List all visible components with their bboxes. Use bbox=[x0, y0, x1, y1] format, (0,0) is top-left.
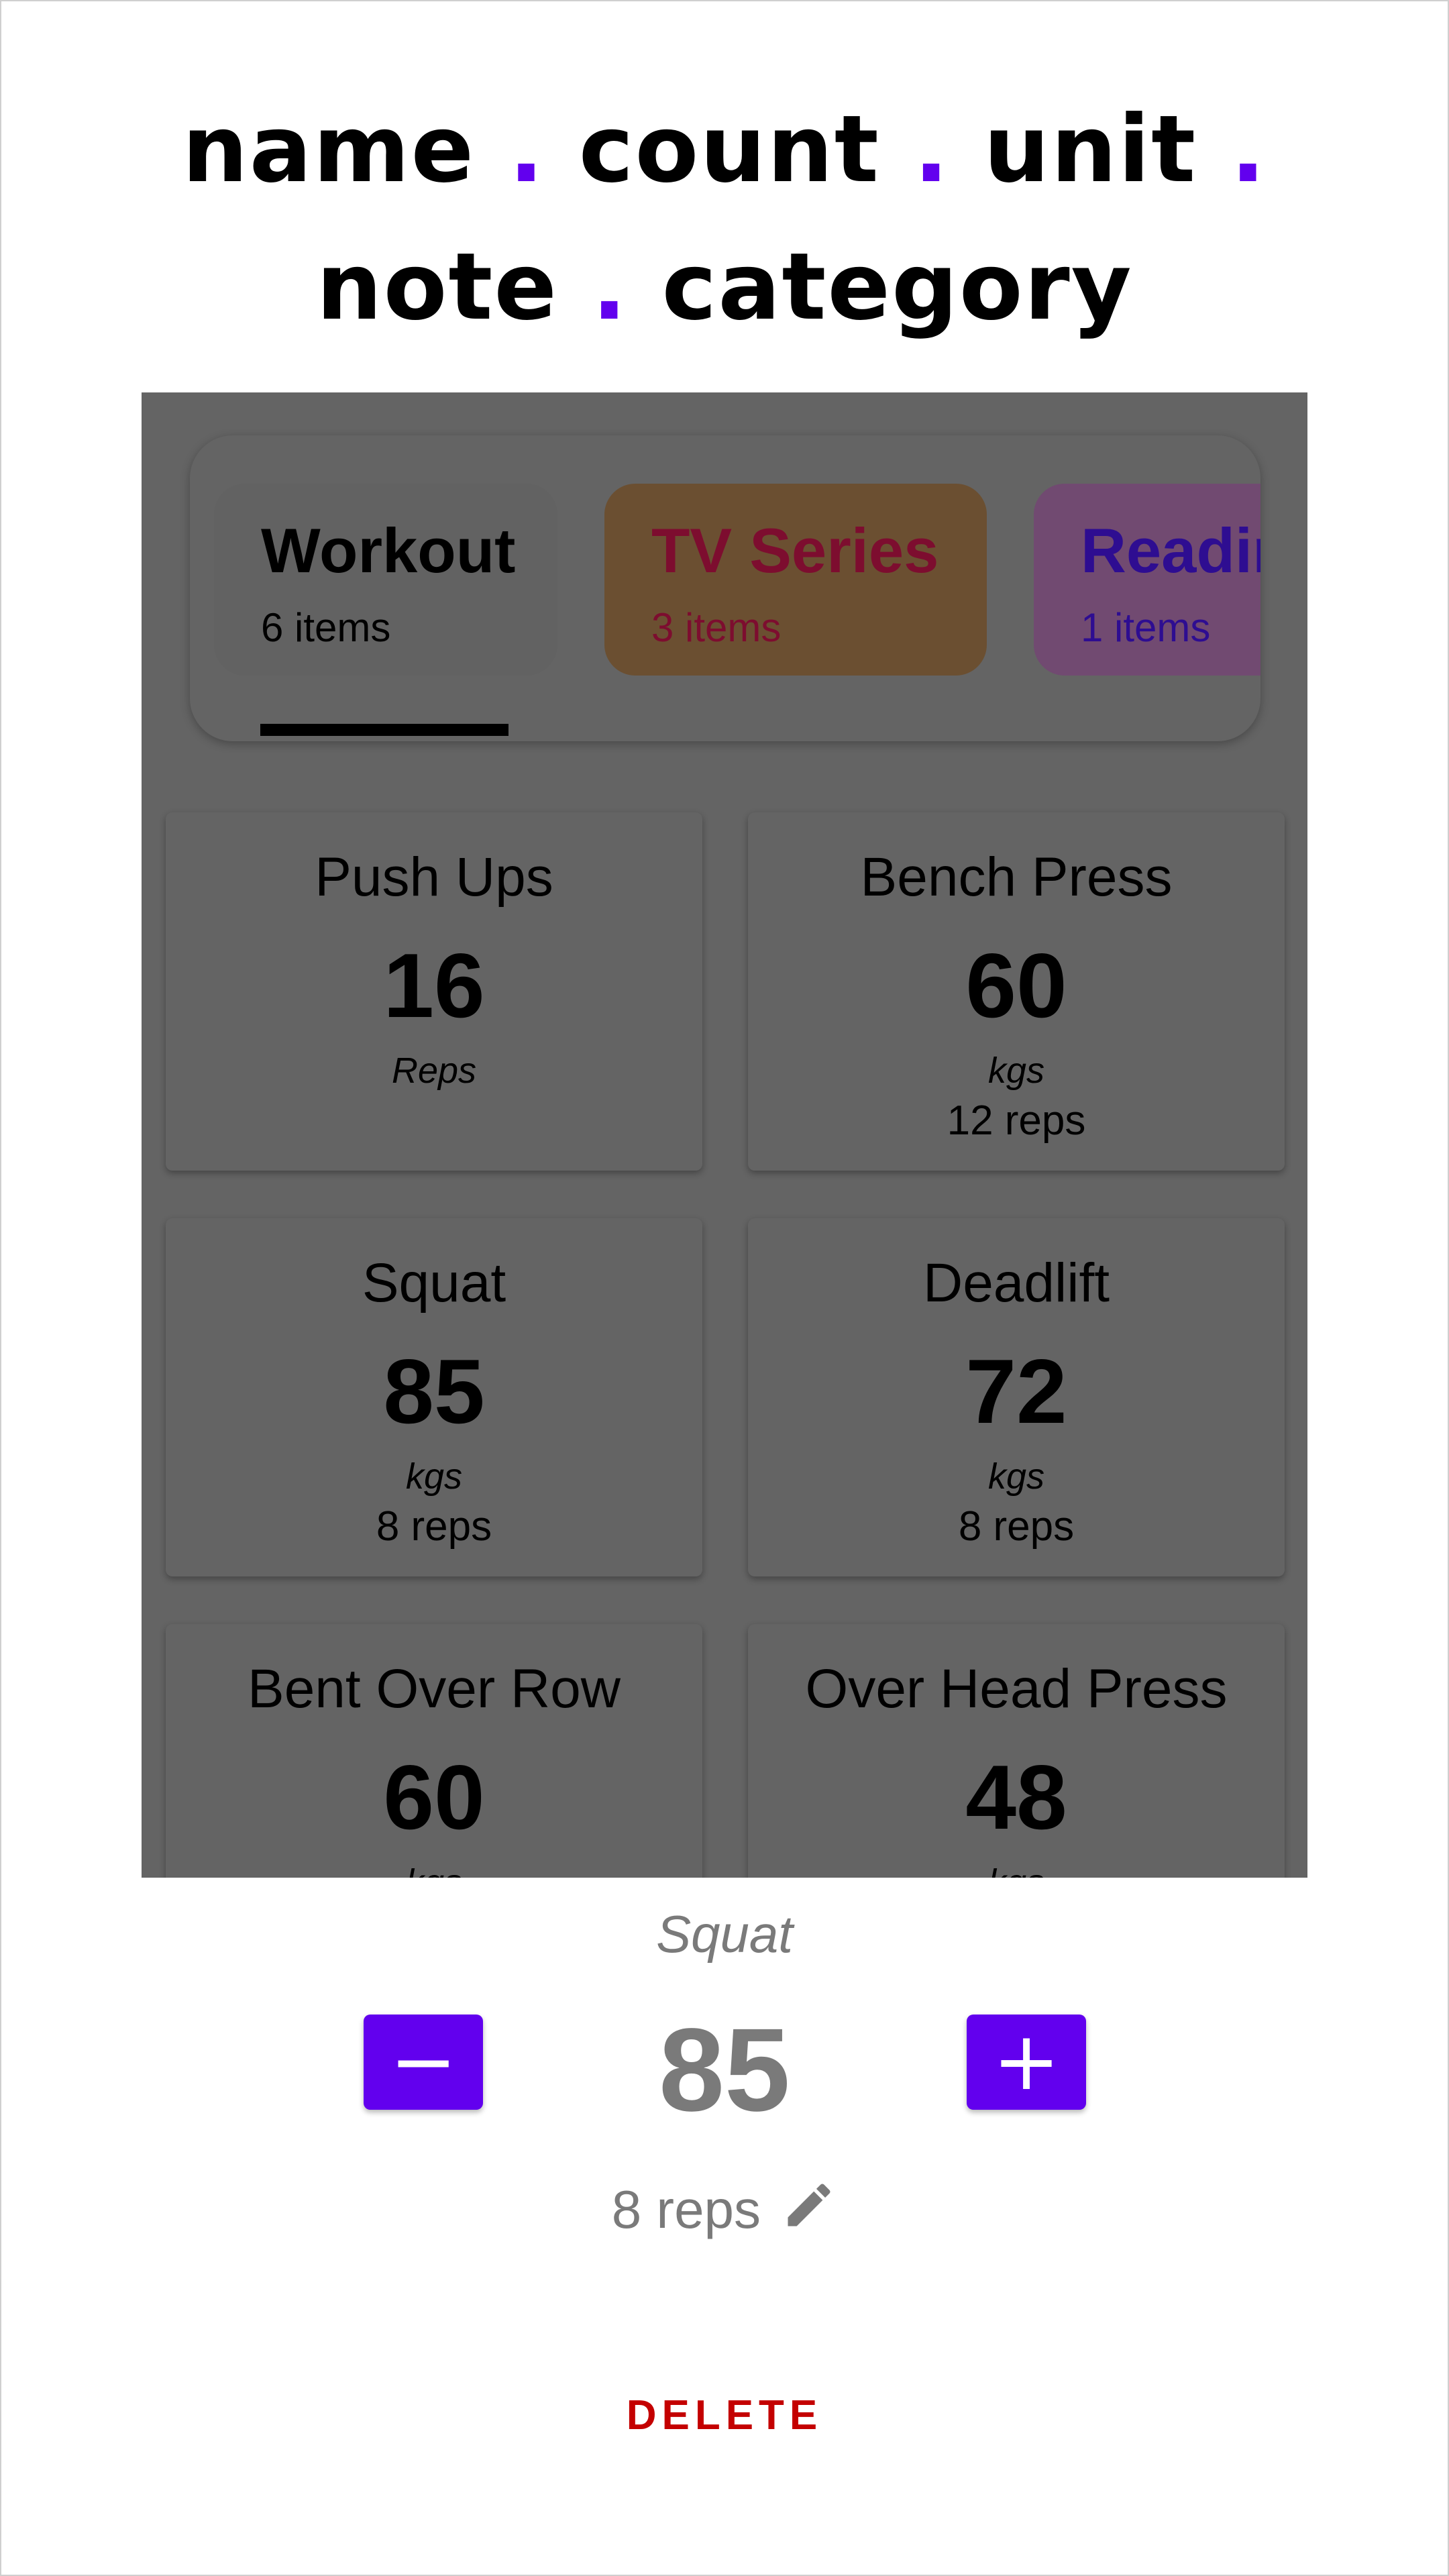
card-name: Bent Over Row bbox=[248, 1658, 621, 1719]
item-card[interactable]: Push Ups 16 Reps bbox=[166, 812, 702, 1171]
sheet-item-name: Squat bbox=[656, 1904, 793, 1964]
item-card[interactable]: Bent Over Row 60 kgs bbox=[166, 1624, 702, 1878]
tab-count: 6 items bbox=[261, 605, 391, 650]
card-unit: kgs bbox=[748, 1862, 1285, 1878]
card-note: 12 reps bbox=[947, 1097, 1086, 1144]
tab-count: 3 items bbox=[651, 605, 782, 650]
heading-dot: . bbox=[592, 233, 629, 341]
heading-word: name bbox=[182, 95, 476, 203]
category-tabs: Workout 6 items TV Series 3 items Readin… bbox=[190, 435, 1260, 741]
item-card[interactable]: Bench Press 60 kgs 12 reps bbox=[748, 812, 1285, 1171]
card-name: Push Ups bbox=[315, 847, 553, 908]
selected-tab-indicator bbox=[260, 724, 508, 736]
item-card[interactable]: Squat 85 kgs 8 reps bbox=[166, 1218, 702, 1576]
sheet-item-note: 8 reps bbox=[611, 2180, 761, 2239]
field-legend-heading: name . count . unit . note . category bbox=[0, 80, 1449, 356]
card-unit: kgs bbox=[405, 1456, 463, 1497]
app-screen-dimmed: Workout 6 items TV Series 3 items Readin… bbox=[142, 392, 1307, 1878]
card-unit: Reps bbox=[391, 1051, 477, 1091]
card-note: 8 reps bbox=[958, 1503, 1075, 1550]
card-name: Bench Press bbox=[860, 847, 1173, 908]
tab-reading[interactable]: Readin 1 items bbox=[1034, 484, 1260, 676]
heading-word: note bbox=[316, 233, 558, 341]
card-name: Deadlift bbox=[922, 1252, 1110, 1313]
heading-dot: . bbox=[1230, 95, 1267, 203]
heading-dot: . bbox=[508, 95, 545, 203]
item-card[interactable]: Over Head Press 48 kgs bbox=[748, 1624, 1285, 1878]
card-note: 8 reps bbox=[376, 1503, 492, 1550]
card-unit: kgs bbox=[987, 1051, 1045, 1091]
card-unit: kgs bbox=[987, 1456, 1045, 1497]
tab-count: 1 items bbox=[1081, 605, 1211, 650]
item-card[interactable]: Deadlift 72 kgs 8 reps bbox=[748, 1218, 1285, 1576]
card-count: 60 bbox=[965, 934, 1067, 1036]
heading-dot: . bbox=[913, 95, 951, 203]
heading-word: unit bbox=[983, 95, 1197, 203]
card-count: 60 bbox=[383, 1746, 485, 1848]
card-unit: kgs bbox=[166, 1862, 702, 1878]
pencil-icon[interactable] bbox=[781, 2177, 837, 2246]
tab-title: TV Series bbox=[651, 515, 939, 586]
card-count: 48 bbox=[965, 1746, 1067, 1848]
card-name: Over Head Press bbox=[805, 1658, 1228, 1719]
card-count: 85 bbox=[383, 1340, 485, 1442]
increment-button[interactable]: + bbox=[967, 2015, 1086, 2110]
tab-title: Workout bbox=[261, 515, 516, 586]
card-count: 16 bbox=[383, 934, 485, 1036]
delete-button[interactable]: DELETE bbox=[590, 2385, 859, 2445]
card-count: 72 bbox=[965, 1340, 1067, 1442]
note-row[interactable]: 8 reps bbox=[0, 2177, 1449, 2246]
tab-tv-series[interactable]: TV Series 3 items bbox=[604, 484, 987, 676]
tab-title: Readin bbox=[1081, 515, 1260, 586]
tab-workout[interactable]: Workout 6 items bbox=[214, 484, 557, 676]
heading-line-2: note . category bbox=[0, 218, 1449, 356]
heading-word: category bbox=[661, 233, 1133, 341]
heading-word: count bbox=[578, 95, 880, 203]
sheet-item-count: 85 bbox=[659, 2004, 790, 2136]
card-name: Squat bbox=[362, 1252, 506, 1313]
heading-line-1: name . count . unit . bbox=[0, 80, 1449, 218]
